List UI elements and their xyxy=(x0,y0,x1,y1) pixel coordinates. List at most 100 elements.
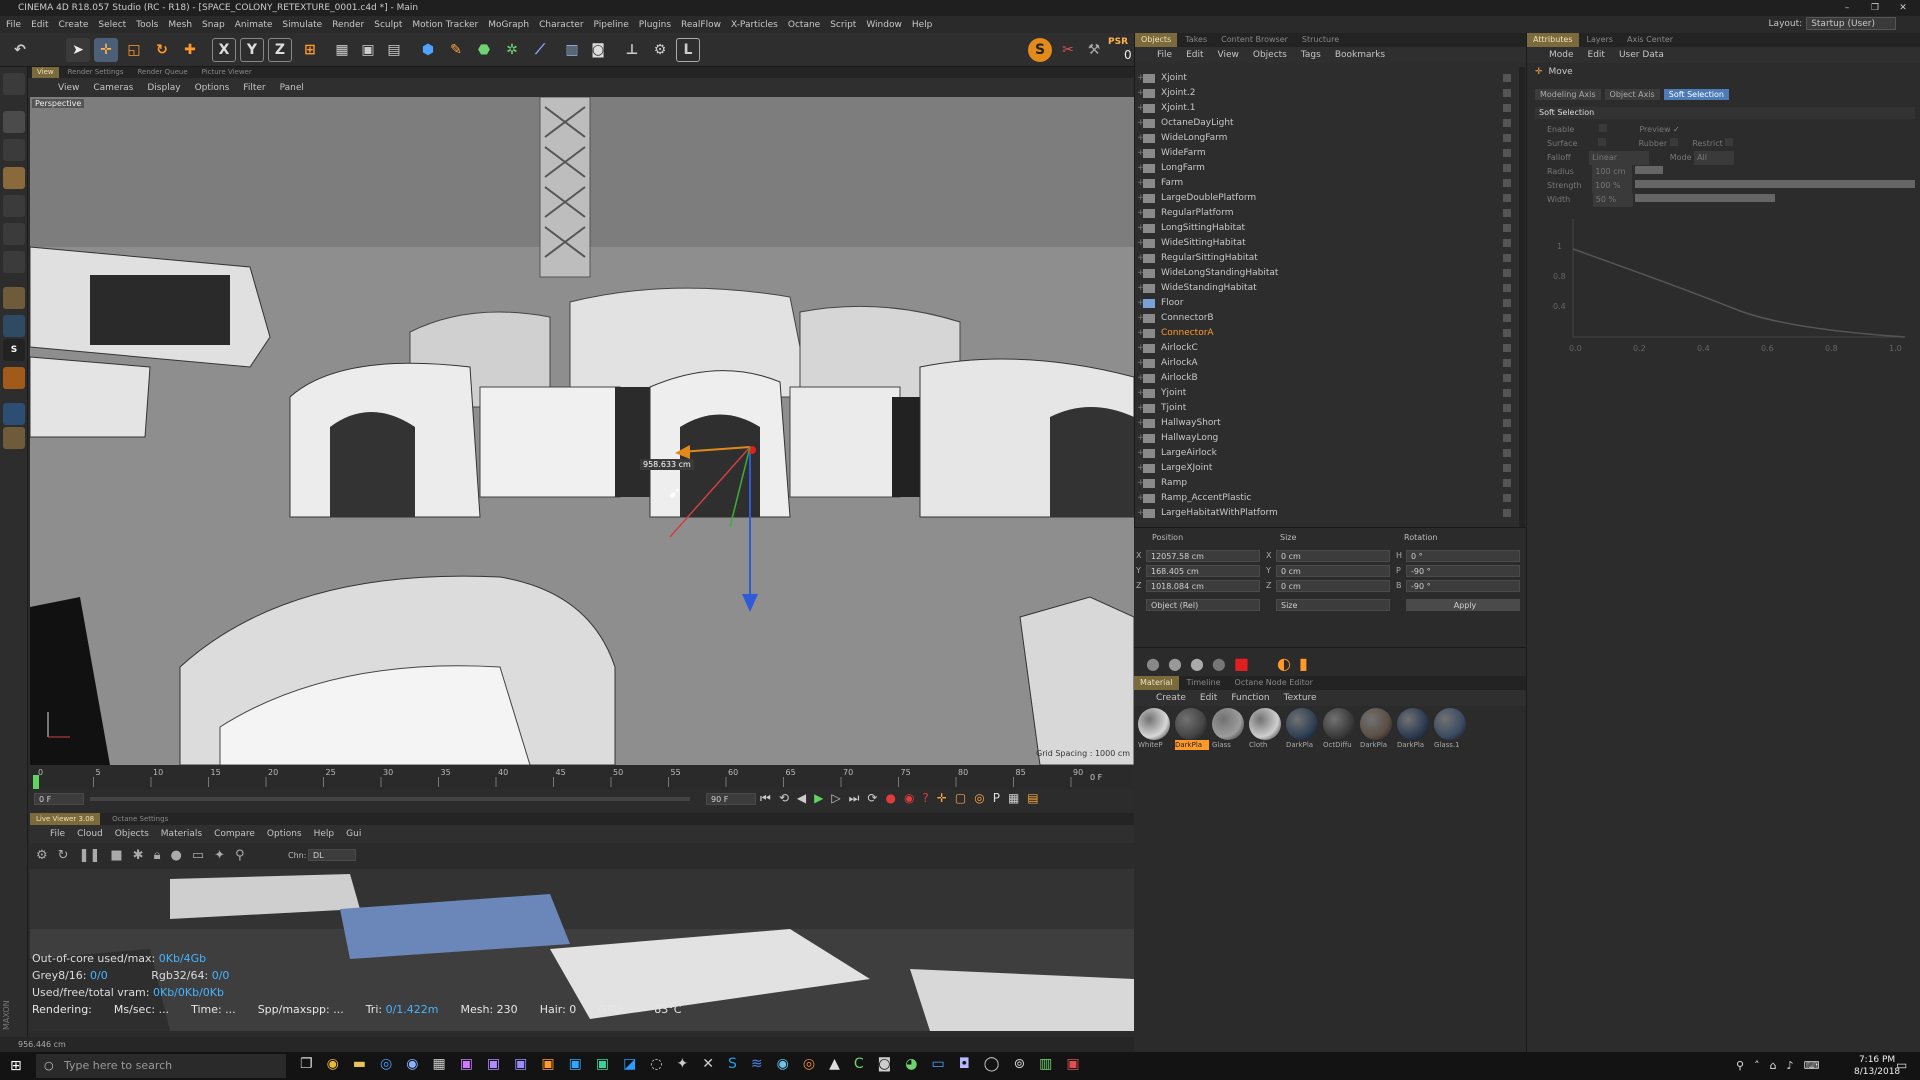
key-pla-icon[interactable]: ▦ xyxy=(1008,791,1019,806)
snap-icon[interactable]: ⊥ xyxy=(620,38,644,62)
app-cyan-icon[interactable]: ◉ xyxy=(777,1056,789,1072)
menu-help[interactable]: Help xyxy=(912,20,933,30)
scale-tool-icon[interactable]: ◱ xyxy=(122,38,146,62)
app-drive-icon[interactable]: ▲ xyxy=(829,1056,840,1072)
material-swatch[interactable]: DarkPla xyxy=(1360,708,1394,752)
app-orange-icon[interactable]: ◎ xyxy=(803,1056,815,1072)
visibility-icon[interactable] xyxy=(1503,209,1511,217)
key-scale-icon[interactable]: ▢ xyxy=(955,791,966,806)
tray-volume-icon[interactable]: ♪ xyxy=(1787,1059,1794,1072)
menu-edit[interactable]: Edit xyxy=(31,20,48,30)
visibility-icon[interactable] xyxy=(1503,449,1511,457)
object-row[interactable]: + LongSittingHabitat xyxy=(1137,221,1519,236)
keyframe-help-icon[interactable]: ? xyxy=(922,791,928,806)
illustrator-icon[interactable]: ▣ xyxy=(541,1056,554,1072)
lv-gear-icon[interactable]: ✱ xyxy=(133,848,144,863)
z-axis-toggle[interactable]: Z xyxy=(268,38,292,62)
menu-script[interactable]: Script xyxy=(830,20,856,30)
object-row[interactable]: + OctaneDayLight xyxy=(1137,116,1519,131)
tab-takes[interactable]: Takes xyxy=(1179,33,1213,47)
position-field[interactable]: 12057.58 cm xyxy=(1146,550,1260,562)
lv-menu-compare[interactable]: Compare xyxy=(214,829,255,839)
coordinate-system-icon[interactable]: ⊞ xyxy=(298,38,322,62)
vp-menu-options[interactable]: Options xyxy=(195,83,230,93)
tab-picture-viewer[interactable]: Picture Viewer xyxy=(197,67,257,78)
workplane-icon[interactable]: L xyxy=(676,38,700,62)
rotate-tool-icon[interactable]: ↻ xyxy=(150,38,174,62)
app-android-icon[interactable]: ◕ xyxy=(905,1056,917,1072)
om-menu-bookmarks[interactable]: Bookmarks xyxy=(1335,50,1385,60)
falloff-graph[interactable]: 1 0.8 0.4 0.0 0.2 0.4 0.6 0.8 1.0 xyxy=(1535,209,1915,359)
subtab-soft-selection[interactable]: Soft Selection xyxy=(1663,89,1729,100)
object-row[interactable]: + Xjoint.2 xyxy=(1137,86,1519,101)
visibility-icon[interactable] xyxy=(1503,224,1511,232)
visibility-icon[interactable] xyxy=(1503,149,1511,157)
visibility-icon[interactable] xyxy=(1503,299,1511,307)
app-steam-icon[interactable]: ⊚ xyxy=(1013,1056,1025,1072)
record-icon[interactable]: ● xyxy=(885,791,895,806)
visibility-icon[interactable] xyxy=(1503,479,1511,487)
enable-checkbox[interactable] xyxy=(1598,124,1607,132)
menu-x-particles[interactable]: X-Particles xyxy=(731,20,778,30)
mat-menu-create[interactable]: Create xyxy=(1156,693,1186,703)
om-menu-tags[interactable]: Tags xyxy=(1301,50,1321,60)
subtab-object-axis[interactable]: Object Axis xyxy=(1604,89,1660,100)
octane-sphere-4-icon[interactable]: ● xyxy=(1212,654,1226,673)
tab-material[interactable]: Material xyxy=(1134,676,1179,690)
object-row[interactable]: + WideStandingHabitat xyxy=(1137,281,1519,296)
app-wave-icon[interactable]: ≋ xyxy=(751,1056,763,1072)
surface-checkbox[interactable] xyxy=(1598,138,1607,146)
tab-layers[interactable]: Layers xyxy=(1581,33,1619,47)
lv-menu-help[interactable]: Help xyxy=(314,829,335,839)
visibility-icon[interactable] xyxy=(1503,119,1511,127)
photoshop-icon[interactable]: ▣ xyxy=(569,1056,582,1072)
visibility-icon[interactable] xyxy=(1503,434,1511,442)
falloff-dropdown[interactable]: Linear xyxy=(1589,151,1650,165)
polygons-mode-icon[interactable] xyxy=(3,251,25,273)
menu-mograph[interactable]: MoGraph xyxy=(488,20,529,30)
timeline-layout-icon[interactable]: ▤ xyxy=(1027,791,1038,806)
texture-mode-icon[interactable] xyxy=(3,139,25,161)
tab-octane-settings[interactable]: Octane Settings xyxy=(106,813,174,825)
task-view-icon[interactable]: ❐ xyxy=(300,1056,313,1072)
tab-live-viewer[interactable]: Live Viewer 3.08 xyxy=(30,813,101,825)
object-row[interactable]: + AirlockC xyxy=(1137,341,1519,356)
visibility-icon[interactable] xyxy=(1503,374,1511,382)
mat-menu-texture[interactable]: Texture xyxy=(1284,693,1317,703)
menu-mesh[interactable]: Mesh xyxy=(168,20,192,30)
lv-lock-icon[interactable]: 🔒︎ xyxy=(154,848,161,863)
menu-plugins[interactable]: Plugins xyxy=(639,20,671,30)
object-row[interactable]: + Ramp_AccentPlastic xyxy=(1137,491,1519,506)
range-slider[interactable] xyxy=(90,797,690,801)
perspective-viewport[interactable]: Perspective 958.633 cm ➹ Grid Spacing : … xyxy=(30,97,1134,765)
audition-icon[interactable]: ▣ xyxy=(596,1056,609,1072)
object-row[interactable]: + WideLongFarm xyxy=(1137,131,1519,146)
preview-checkbox[interactable]: ✓ xyxy=(1673,125,1680,134)
object-row[interactable]: + LargeXJoint xyxy=(1137,461,1519,476)
lv-pick-icon[interactable]: ✦ xyxy=(214,848,225,863)
lv-menu-objects[interactable]: Objects xyxy=(115,829,149,839)
object-row[interactable]: + RegularSittingHabitat xyxy=(1137,251,1519,266)
menu-render[interactable]: Render xyxy=(332,20,364,30)
visibility-icon[interactable] xyxy=(1503,344,1511,352)
lv-pause-icon[interactable]: ❚❚ xyxy=(79,848,101,863)
autokey-icon[interactable]: ◉ xyxy=(904,791,914,806)
object-row[interactable]: + AirlockB xyxy=(1137,371,1519,386)
vp-menu-view[interactable]: View xyxy=(58,83,79,93)
lv-menu-options[interactable]: Options xyxy=(267,829,302,839)
menu-tools[interactable]: Tools xyxy=(136,20,158,30)
model-mode-icon[interactable] xyxy=(3,111,25,133)
app-notepad-icon[interactable]: ▥ xyxy=(1039,1056,1052,1072)
subdivision-icon[interactable]: ⬣ xyxy=(472,38,496,62)
mograph-cloner-icon[interactable]: ✲ xyxy=(500,38,524,62)
tray-network-icon[interactable]: ⌂ xyxy=(1770,1059,1777,1072)
radius-field[interactable]: 100 cm xyxy=(1592,165,1633,179)
workplane-align-icon[interactable] xyxy=(3,427,25,449)
previous-keyframe-icon[interactable]: ⟲ xyxy=(779,791,789,806)
channel-dropdown[interactable]: DL xyxy=(308,849,356,861)
om-menu-view[interactable]: View xyxy=(1218,50,1239,60)
tab-content-browser[interactable]: Content Browser xyxy=(1215,33,1294,47)
object-row[interactable]: + HallwayLong xyxy=(1137,431,1519,446)
chrome-icon[interactable]: ◉ xyxy=(327,1056,339,1072)
menu-realflow[interactable]: RealFlow xyxy=(681,20,721,30)
